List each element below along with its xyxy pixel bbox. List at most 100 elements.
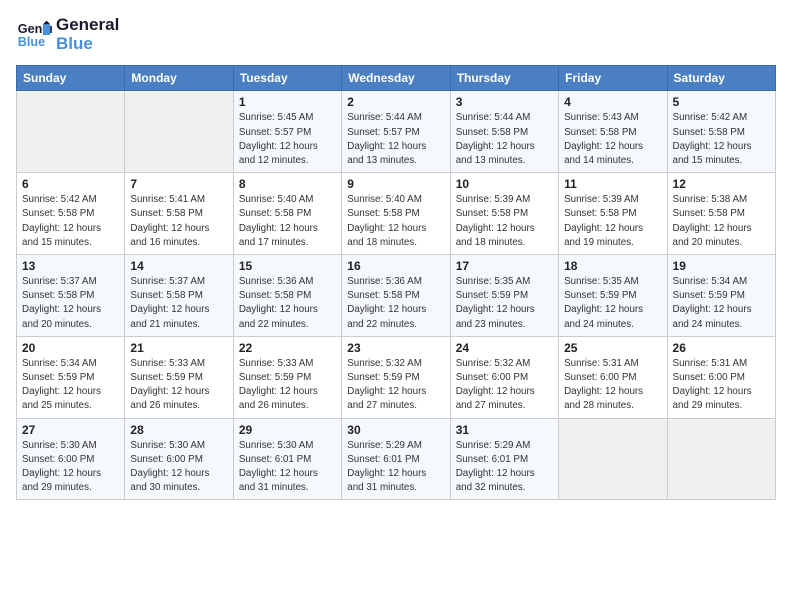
day-number: 3 [456, 95, 553, 109]
day-number: 24 [456, 341, 553, 355]
calendar-cell: 21Sunrise: 5:33 AM Sunset: 5:59 PM Dayli… [125, 336, 233, 418]
calendar-body: 1 Sunrise: 5:45 AM Sunset: 5:57 PM Daylig… [17, 91, 776, 500]
calendar-table: SundayMondayTuesdayWednesdayThursdayFrid… [16, 65, 776, 500]
day-info: Sunrise: 5:29 AM Sunset: 6:01 PM Dayligh… [347, 439, 444, 496]
day-info: Sunrise: 5:44 AM Sunset: 5:58 PM Dayligh… [456, 111, 553, 168]
logo-text-blue: Blue [56, 35, 119, 54]
day-number: 14 [130, 259, 227, 273]
logo-icon: General Blue [16, 17, 52, 53]
calendar-cell: 17 Sunrise: 5:35 AM Sunset: 5:59 PM Dayli… [450, 255, 558, 337]
day-info: Sunrise: 5:34 AM Sunset: 5:59 PM Dayligh… [22, 357, 119, 414]
calendar-cell: 2 Sunrise: 5:44 AM Sunset: 5:57 PM Daylig… [342, 91, 450, 173]
calendar-cell: 7Sunrise: 5:41 AM Sunset: 5:58 PM Daylig… [125, 173, 233, 255]
day-number: 4 [564, 95, 661, 109]
day-info: Sunrise: 5:35 AM Sunset: 5:59 PM Dayligh… [564, 275, 661, 332]
day-number: 11 [564, 177, 661, 191]
day-number: 10 [456, 177, 553, 191]
day-number: 15 [239, 259, 336, 273]
day-number: 1 [239, 95, 336, 109]
calendar-cell: 5 Sunrise: 5:42 AM Sunset: 5:58 PM Daylig… [667, 91, 775, 173]
day-number: 28 [130, 423, 227, 437]
day-info: Sunrise: 5:43 AM Sunset: 5:58 PM Dayligh… [564, 111, 661, 168]
calendar-cell: 23 Sunrise: 5:32 AM Sunset: 5:59 PM Dayli… [342, 336, 450, 418]
weekday-header-sunday: Sunday [17, 66, 125, 91]
day-number: 21 [130, 341, 227, 355]
weekday-header-row: SundayMondayTuesdayWednesdayThursdayFrid… [17, 66, 776, 91]
logo: General Blue General Blue [16, 16, 119, 53]
day-info: Sunrise: 5:36 AM Sunset: 5:58 PM Dayligh… [239, 275, 336, 332]
calendar-cell: 22Sunrise: 5:33 AM Sunset: 5:59 PM Dayli… [233, 336, 341, 418]
weekday-header-thursday: Thursday [450, 66, 558, 91]
day-info: Sunrise: 5:37 AM Sunset: 5:58 PM Dayligh… [22, 275, 119, 332]
day-info: Sunrise: 5:34 AM Sunset: 5:59 PM Dayligh… [673, 275, 770, 332]
calendar-cell: 31Sunrise: 5:29 AM Sunset: 6:01 PM Dayli… [450, 418, 558, 500]
calendar-cell: 15 Sunrise: 5:36 AM Sunset: 5:58 PM Dayli… [233, 255, 341, 337]
day-number: 6 [22, 177, 119, 191]
calendar-week-row: 6 Sunrise: 5:42 AM Sunset: 5:58 PM Daylig… [17, 173, 776, 255]
calendar-cell: 20Sunrise: 5:34 AM Sunset: 5:59 PM Dayli… [17, 336, 125, 418]
calendar-week-row: 20Sunrise: 5:34 AM Sunset: 5:59 PM Dayli… [17, 336, 776, 418]
calendar-cell: 6 Sunrise: 5:42 AM Sunset: 5:58 PM Daylig… [17, 173, 125, 255]
day-number: 23 [347, 341, 444, 355]
day-number: 9 [347, 177, 444, 191]
calendar-cell: 1 Sunrise: 5:45 AM Sunset: 5:57 PM Daylig… [233, 91, 341, 173]
day-info: Sunrise: 5:45 AM Sunset: 5:57 PM Dayligh… [239, 111, 336, 168]
calendar-cell: 16Sunrise: 5:36 AM Sunset: 5:58 PM Dayli… [342, 255, 450, 337]
day-info: Sunrise: 5:39 AM Sunset: 5:58 PM Dayligh… [456, 193, 553, 250]
calendar-cell: 29Sunrise: 5:30 AM Sunset: 6:01 PM Dayli… [233, 418, 341, 500]
calendar-cell: 18 Sunrise: 5:35 AM Sunset: 5:59 PM Dayli… [559, 255, 667, 337]
calendar-cell [667, 418, 775, 500]
day-info: Sunrise: 5:42 AM Sunset: 5:58 PM Dayligh… [22, 193, 119, 250]
day-number: 13 [22, 259, 119, 273]
day-number: 29 [239, 423, 336, 437]
day-info: Sunrise: 5:40 AM Sunset: 5:58 PM Dayligh… [239, 193, 336, 250]
day-number: 16 [347, 259, 444, 273]
day-info: Sunrise: 5:42 AM Sunset: 5:58 PM Dayligh… [673, 111, 770, 168]
weekday-header-friday: Friday [559, 66, 667, 91]
calendar-header: SundayMondayTuesdayWednesdayThursdayFrid… [17, 66, 776, 91]
day-number: 17 [456, 259, 553, 273]
weekday-header-tuesday: Tuesday [233, 66, 341, 91]
calendar-cell [17, 91, 125, 173]
page-header: General Blue General Blue [16, 16, 776, 53]
calendar-cell [559, 418, 667, 500]
weekday-header-monday: Monday [125, 66, 233, 91]
day-info: Sunrise: 5:44 AM Sunset: 5:57 PM Dayligh… [347, 111, 444, 168]
day-info: Sunrise: 5:31 AM Sunset: 6:00 PM Dayligh… [673, 357, 770, 414]
day-number: 30 [347, 423, 444, 437]
calendar-cell: 10 Sunrise: 5:39 AM Sunset: 5:58 PM Dayli… [450, 173, 558, 255]
day-number: 26 [673, 341, 770, 355]
weekday-header-wednesday: Wednesday [342, 66, 450, 91]
day-info: Sunrise: 5:31 AM Sunset: 6:00 PM Dayligh… [564, 357, 661, 414]
calendar-cell: 8 Sunrise: 5:40 AM Sunset: 5:58 PM Daylig… [233, 173, 341, 255]
calendar-week-row: 1 Sunrise: 5:45 AM Sunset: 5:57 PM Daylig… [17, 91, 776, 173]
day-info: Sunrise: 5:32 AM Sunset: 6:00 PM Dayligh… [456, 357, 553, 414]
weekday-header-saturday: Saturday [667, 66, 775, 91]
day-info: Sunrise: 5:32 AM Sunset: 5:59 PM Dayligh… [347, 357, 444, 414]
calendar-week-row: 13 Sunrise: 5:37 AM Sunset: 5:58 PM Dayli… [17, 255, 776, 337]
day-number: 2 [347, 95, 444, 109]
day-number: 8 [239, 177, 336, 191]
calendar-week-row: 27Sunrise: 5:30 AM Sunset: 6:00 PM Dayli… [17, 418, 776, 500]
day-info: Sunrise: 5:33 AM Sunset: 5:59 PM Dayligh… [239, 357, 336, 414]
calendar-cell: 3 Sunrise: 5:44 AM Sunset: 5:58 PM Daylig… [450, 91, 558, 173]
day-info: Sunrise: 5:30 AM Sunset: 6:00 PM Dayligh… [22, 439, 119, 496]
day-number: 25 [564, 341, 661, 355]
calendar-cell: 14Sunrise: 5:37 AM Sunset: 5:58 PM Dayli… [125, 255, 233, 337]
day-info: Sunrise: 5:35 AM Sunset: 5:59 PM Dayligh… [456, 275, 553, 332]
calendar-cell: 28 Sunrise: 5:30 AM Sunset: 6:00 PM Dayli… [125, 418, 233, 500]
day-info: Sunrise: 5:30 AM Sunset: 6:00 PM Dayligh… [130, 439, 227, 496]
calendar-cell: 25 Sunrise: 5:31 AM Sunset: 6:00 PM Dayli… [559, 336, 667, 418]
calendar-cell: 13 Sunrise: 5:37 AM Sunset: 5:58 PM Dayli… [17, 255, 125, 337]
day-info: Sunrise: 5:29 AM Sunset: 6:01 PM Dayligh… [456, 439, 553, 496]
day-number: 7 [130, 177, 227, 191]
calendar-cell: 26 Sunrise: 5:31 AM Sunset: 6:00 PM Dayli… [667, 336, 775, 418]
calendar-cell: 30 Sunrise: 5:29 AM Sunset: 6:01 PM Dayli… [342, 418, 450, 500]
day-number: 18 [564, 259, 661, 273]
calendar-cell: 12Sunrise: 5:38 AM Sunset: 5:58 PM Dayli… [667, 173, 775, 255]
day-info: Sunrise: 5:38 AM Sunset: 5:58 PM Dayligh… [673, 193, 770, 250]
day-info: Sunrise: 5:40 AM Sunset: 5:58 PM Dayligh… [347, 193, 444, 250]
day-number: 5 [673, 95, 770, 109]
calendar-cell: 11Sunrise: 5:39 AM Sunset: 5:58 PM Dayli… [559, 173, 667, 255]
svg-text:Blue: Blue [18, 34, 45, 48]
